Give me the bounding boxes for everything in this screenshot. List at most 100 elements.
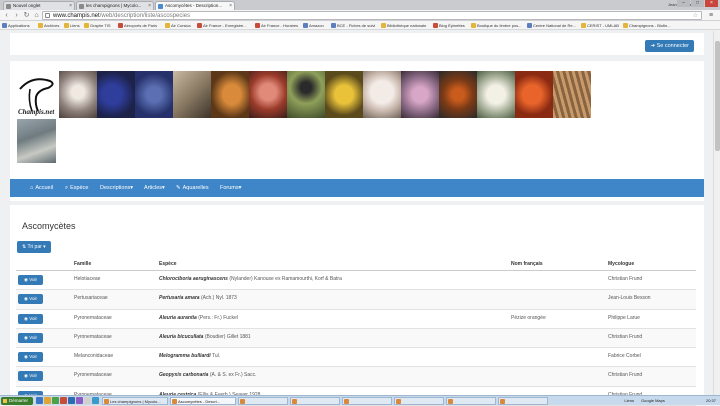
home-icon[interactable]: ⌂ (32, 11, 41, 20)
page-scrollbar[interactable] (713, 31, 720, 395)
main-navbar: ⌂ Accueil ⌕ Espèce Descriptions▾ Articles▾… (10, 179, 704, 197)
nav-aquarelles[interactable]: ✎ Aquarelles (176, 179, 209, 197)
bookmark-item[interactable]: Liens (64, 22, 82, 29)
bookmark-item[interactable]: Air Corsica (165, 22, 195, 29)
taskbar-task[interactable] (342, 397, 392, 405)
tab-favicon-icon (6, 4, 11, 9)
taskbar-task[interactable] (446, 397, 496, 405)
bookmark-item[interactable]: Air France - Horaires (255, 22, 301, 29)
taskbar-task[interactable] (290, 397, 340, 405)
bookmark-star-icon[interactable]: ☆ (693, 12, 698, 20)
view-button[interactable]: ◉ Voir (18, 332, 43, 343)
species-name[interactable]: Geopyxis carbonaria (159, 372, 208, 378)
quicklaunch-icon[interactable] (76, 397, 83, 404)
bookmark-item[interactable]: Champignons - Biofin... (623, 22, 679, 29)
bookmarks-bar: Applications Archives Liens Graphe TIS A… (0, 21, 720, 30)
tab-favicon-icon (158, 4, 163, 9)
forward-icon[interactable]: › (12, 11, 21, 20)
taskbar-task[interactable]: Ascomycètes - Descri... (170, 397, 236, 405)
quicklaunch-icon[interactable] (84, 397, 91, 404)
nav-espece[interactable]: ⌕ Espèce (65, 179, 88, 197)
bookmark-item[interactable]: Blog Épinettes (433, 22, 469, 29)
cell-espece[interactable]: Chlorociboria aeruginascens (Nylander) K… (159, 276, 342, 282)
reload-icon[interactable]: ↻ (22, 11, 31, 20)
nav-articles[interactable]: Articles▾ (144, 179, 165, 197)
cell-espece[interactable]: Geopyxis carbonaria (A. & S. ex Fr.) Sac… (159, 372, 257, 378)
bookmark-item[interactable]: Boutique du timbre pos... (471, 22, 525, 29)
mushroom-photo (477, 71, 515, 118)
taskbar-task[interactable] (498, 397, 548, 405)
view-button[interactable]: ◉ Voir (18, 352, 43, 363)
address-bar[interactable]: www.champis.net/web/description/liste/as… (42, 11, 702, 20)
bookmark-item[interactable]: Amazon (303, 22, 329, 29)
cell-mycologue: Christian Frund (608, 276, 643, 282)
close-tab-icon[interactable]: × (229, 2, 232, 10)
sort-dropdown-button[interactable]: ⇅ Tri par ▾ (17, 241, 51, 253)
tab-champignons[interactable]: les champignons | Mycolo... × (76, 1, 154, 10)
close-tab-icon[interactable]: × (69, 2, 72, 10)
header-espece[interactable]: Espèce (159, 261, 177, 267)
quicklaunch-icon[interactable] (36, 397, 43, 404)
bookmark-item[interactable]: Applications (2, 22, 36, 29)
browser-toolbar: ‹ › ↻ ⌂ www.champis.net/web/description/… (0, 10, 720, 21)
url-path: /web/description/liste/ascospecies (99, 13, 191, 19)
close-tab-icon[interactable]: × (148, 2, 151, 10)
bookmark-item[interactable]: Air France - Enregistre... (197, 22, 253, 29)
view-button[interactable]: ◉ Voir (18, 313, 43, 324)
quicklaunch-icon[interactable] (60, 397, 67, 404)
minimize-button[interactable]: – (677, 0, 690, 7)
bookmark-item[interactable]: Centre National de Re... (527, 22, 579, 29)
species-name[interactable]: Aleuria aurantia (159, 315, 197, 321)
taskbar-task[interactable]: Les champignons | Mycolo... (102, 397, 168, 405)
close-window-button[interactable]: × (705, 0, 718, 7)
cell-espece[interactable]: Aleuria bicucullata (Boudier) Gillet 188… (159, 334, 251, 340)
maximize-button[interactable]: □ (691, 0, 704, 7)
caret-down-icon: ▾ (130, 185, 134, 191)
species-name[interactable]: Aleuria bicucullata (159, 334, 203, 340)
species-name[interactable]: Melogramma bulliardi (159, 353, 211, 359)
taskbar-task[interactable] (238, 397, 288, 405)
header-famille[interactable]: Famille (74, 261, 91, 267)
bookmark-item[interactable]: BCE - Fiches de suivi (331, 22, 379, 29)
tab-favicon-icon (79, 4, 84, 9)
cell-espece[interactable]: Melogramma bulliardi Tul. (159, 353, 220, 359)
taskbar-task[interactable] (394, 397, 444, 405)
browser-menu-icon[interactable]: ≡ (706, 11, 716, 20)
view-button[interactable]: ◉ Voir (18, 294, 43, 305)
view-button[interactable]: ◉ Voir (18, 371, 43, 382)
mushroom-photo (325, 71, 363, 118)
bookmark-item[interactable]: Archives (38, 22, 62, 29)
bookmark-item[interactable]: Bibliothèque nationale (381, 22, 431, 29)
species-author: (A. & S. ex Fr.) Sacc. (209, 372, 257, 379)
table-header: Famille Espèce Nom français Mycologue (16, 257, 696, 271)
header-nom-francais[interactable]: Nom français (511, 261, 543, 267)
tray-app[interactable]: Google Maps (641, 398, 665, 403)
quicklaunch-icon[interactable] (68, 397, 75, 404)
cell-espece[interactable]: Aleuria aurantia (Pers.: Fr.) Fuckel (159, 315, 238, 321)
quicklaunch-icon[interactable] (92, 397, 99, 404)
cell-espece[interactable]: Pertusaria amara (Ach.) Nyl. 1873 (159, 295, 237, 301)
nav-forums[interactable]: Forums▾ (220, 179, 241, 197)
bookmark-item[interactable]: Graphe TIS (84, 22, 116, 29)
bookmark-item[interactable]: CERIST - UMLAB (581, 22, 621, 29)
species-name[interactable]: Chlorociboria aeruginascens (159, 276, 228, 282)
species-name[interactable]: Pertusaria amara (159, 295, 200, 301)
species-author: (Ach.) Nyl. 1873 (200, 295, 237, 302)
login-button[interactable]: ➔ Se connecter (645, 40, 694, 52)
table-row: ◉ Voir Melanconidaceae Melogramma bulliard… (16, 348, 696, 368)
scrollbar-thumb[interactable] (715, 41, 720, 151)
back-icon[interactable]: ‹ (2, 11, 11, 20)
cell-mycologue: Christian Frund (608, 333, 643, 340)
tab-ascomycetes[interactable]: Ascomycètes - Description... × (155, 1, 235, 10)
view-button[interactable]: ◉ Voir (18, 275, 43, 285)
header-mycologue[interactable]: Mycologue (608, 261, 634, 267)
nav-accueil[interactable]: ⌂ Accueil (30, 179, 53, 197)
nav-descriptions[interactable]: Descriptions▾ (100, 179, 133, 197)
tray-links[interactable]: Liens (624, 398, 634, 403)
bookmark-item[interactable]: Aéroports de Paris (118, 22, 163, 29)
tab-new[interactable]: Nouvel onglet × (3, 1, 75, 10)
quicklaunch-icon[interactable] (52, 397, 59, 404)
quicklaunch-icon[interactable] (44, 397, 51, 404)
page-icon (45, 13, 50, 18)
start-button[interactable]: Démarrer (1, 397, 33, 405)
